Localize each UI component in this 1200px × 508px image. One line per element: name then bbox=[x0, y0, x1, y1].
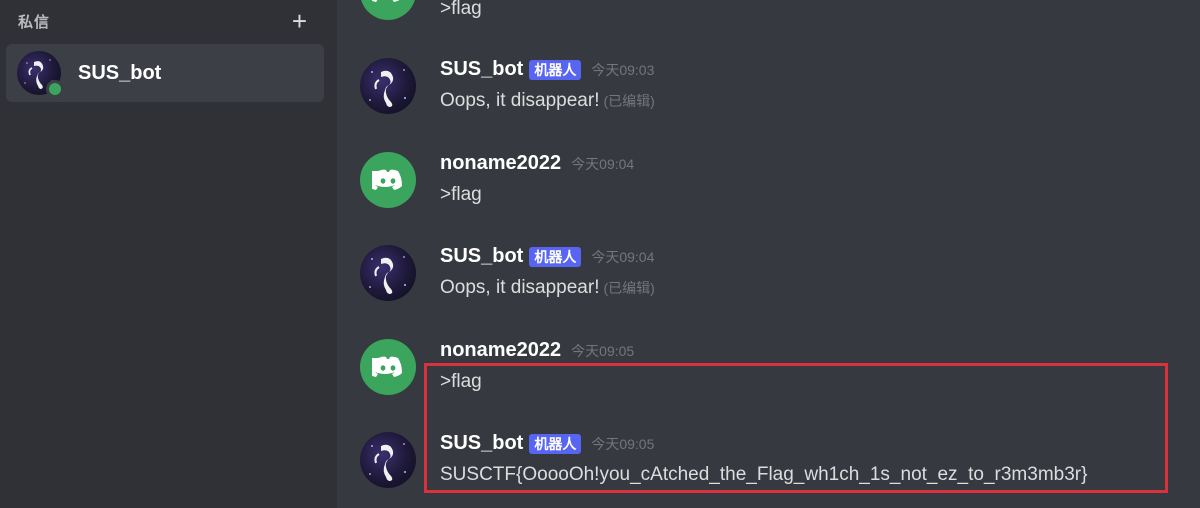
message-text: Oops, it disappear! (已编辑) bbox=[440, 90, 655, 112]
timestamp: 今天09:03 bbox=[591, 61, 655, 78]
dm-section-title: 私信 bbox=[18, 13, 51, 31]
highlight-box bbox=[424, 363, 1168, 493]
bot-avatar-icon bbox=[360, 245, 416, 301]
bot-badge: 机器人 bbox=[529, 246, 582, 267]
message-text: Oops, it disappear! (已编辑) bbox=[440, 277, 655, 299]
avatar bbox=[17, 51, 64, 98]
message: SUS_bot 机器人 今天09:04 Oops, it disappear!(… bbox=[360, 245, 1180, 315]
message-header: SUS_bot 机器人 今天09:04 bbox=[440, 245, 654, 268]
edited-label: (已编辑) bbox=[603, 93, 655, 109]
bot-badge: 机器人 bbox=[529, 59, 582, 80]
bot-avatar-icon bbox=[360, 432, 416, 488]
username[interactable]: noname2022 bbox=[440, 152, 561, 175]
message-text: >flag bbox=[440, 0, 482, 19]
timestamp: 今天09:05 bbox=[571, 342, 635, 359]
dm-sidebar: 私信 + SUS_bot bbox=[0, 0, 337, 508]
username[interactable]: noname2022 bbox=[440, 339, 561, 362]
message-header: SUS_bot 机器人 今天09:03 bbox=[440, 58, 654, 81]
message-content: Oops, it disappear! bbox=[440, 90, 600, 111]
plus-icon[interactable]: + bbox=[292, 8, 307, 34]
message: >flag bbox=[360, 0, 1180, 34]
message: SUS_bot 机器人 今天09:03 Oops, it disappear!(… bbox=[360, 58, 1180, 128]
bot-avatar-icon bbox=[360, 58, 416, 114]
dm-header: 私信 + bbox=[18, 8, 323, 34]
discord-avatar-icon bbox=[360, 0, 416, 20]
message-header: noname2022 今天09:05 bbox=[440, 339, 634, 362]
chat-area: >flag SUS_bot 机器人 今天09:03 Oops, it disap… bbox=[337, 0, 1200, 508]
message-header: noname2022 今天09:04 bbox=[440, 152, 634, 175]
online-status-dot bbox=[46, 80, 64, 98]
discord-avatar-icon bbox=[360, 339, 416, 395]
dm-item-sus-bot[interactable]: SUS_bot bbox=[6, 44, 324, 102]
username[interactable]: SUS_bot bbox=[440, 58, 523, 81]
edited-label: (已编辑) bbox=[603, 280, 655, 296]
message-text: >flag bbox=[440, 184, 482, 205]
username[interactable]: SUS_bot bbox=[440, 245, 523, 268]
discord-app: 私信 + SUS_bot >flag SUS_bot 机器人 今天09:03 O… bbox=[0, 0, 1200, 508]
dm-item-label: SUS_bot bbox=[78, 61, 162, 84]
timestamp: 今天09:04 bbox=[591, 248, 655, 265]
message-content: Oops, it disappear! bbox=[440, 277, 600, 298]
timestamp: 今天09:04 bbox=[571, 155, 635, 172]
discord-avatar-icon bbox=[360, 152, 416, 208]
message: noname2022 今天09:04 >flag bbox=[360, 152, 1180, 222]
